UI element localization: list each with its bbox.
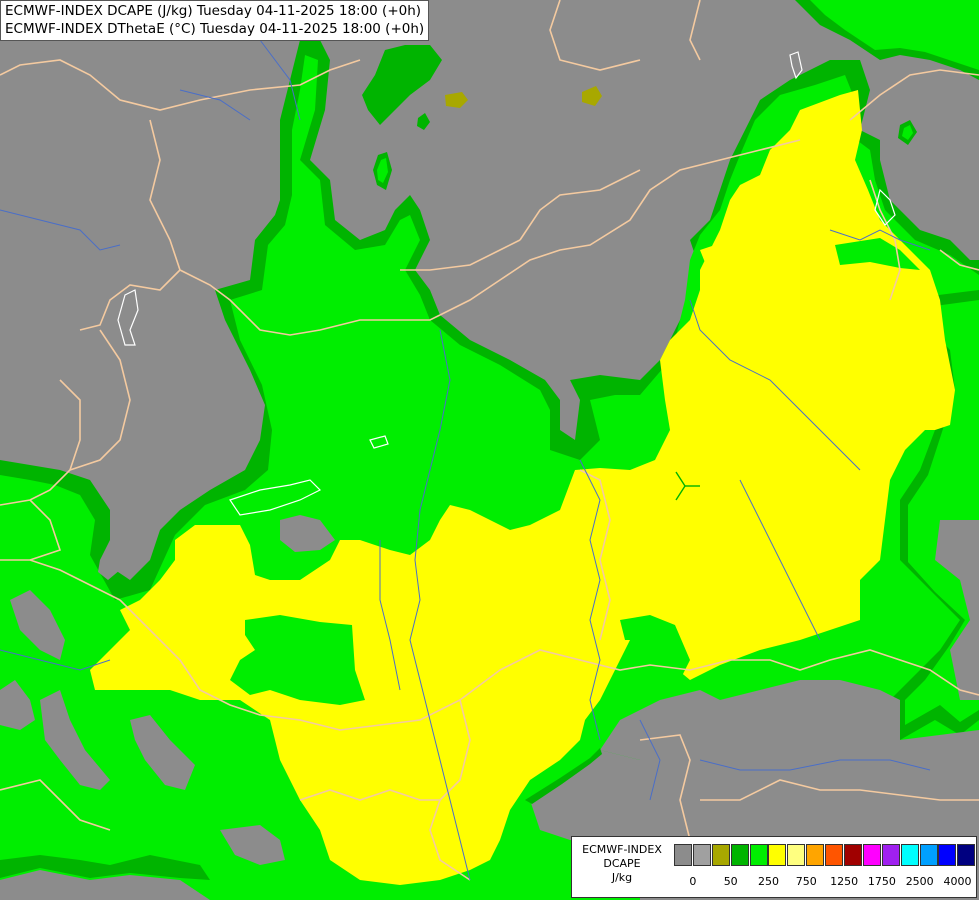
map-header: ECMWF-INDEX DCAPE (J/kg) Tuesday 04-11-2… [0,0,430,41]
legend-tick-label: 250 [758,875,779,888]
legend-tick-label: 750 [795,875,817,888]
legend-tick-label: 0 [689,875,697,888]
weather-map [0,0,979,900]
legend-tick-label: 4000 [943,875,972,888]
legend-tick-label: 2500 [905,875,934,888]
legend-swatch [825,844,844,866]
legend-line-3: J/kg [611,871,633,884]
legend-swatch [806,844,825,866]
legend-line-2: DCAPE [603,857,641,870]
legend-swatches [674,844,976,866]
header-line-2: ECMWF-INDEX DThetaE (°C) Tuesday 04-11-2… [5,21,425,37]
header-line-1: ECMWF-INDEX DCAPE (J/kg) Tuesday 04-11-2… [5,3,422,19]
legend-swatch [711,844,730,866]
color-legend: ECMWF-INDEX DCAPE J/kg 0 50 250 750 1250 1750… [571,836,977,898]
legend-tick-label: 1750 [867,875,896,888]
legend-swatch [957,844,976,866]
legend-swatch [938,844,957,866]
legend-swatch [749,844,768,866]
legend-swatch [787,844,806,866]
legend-swatch [919,844,938,866]
legend-tick-label: 1250 [830,875,859,888]
legend-swatch [768,844,787,866]
legend-swatch [900,844,919,866]
legend-swatch [862,844,881,866]
legend-swatch [674,844,692,866]
legend-swatch [692,844,711,866]
legend-swatch [881,844,900,866]
legend-line-1: ECMWF-INDEX [582,843,662,856]
legend-title: ECMWF-INDEX DCAPE J/kg [574,843,670,885]
legend-swatch [730,844,749,866]
legend-tick-label: 50 [723,875,738,888]
legend-swatch [844,844,863,866]
